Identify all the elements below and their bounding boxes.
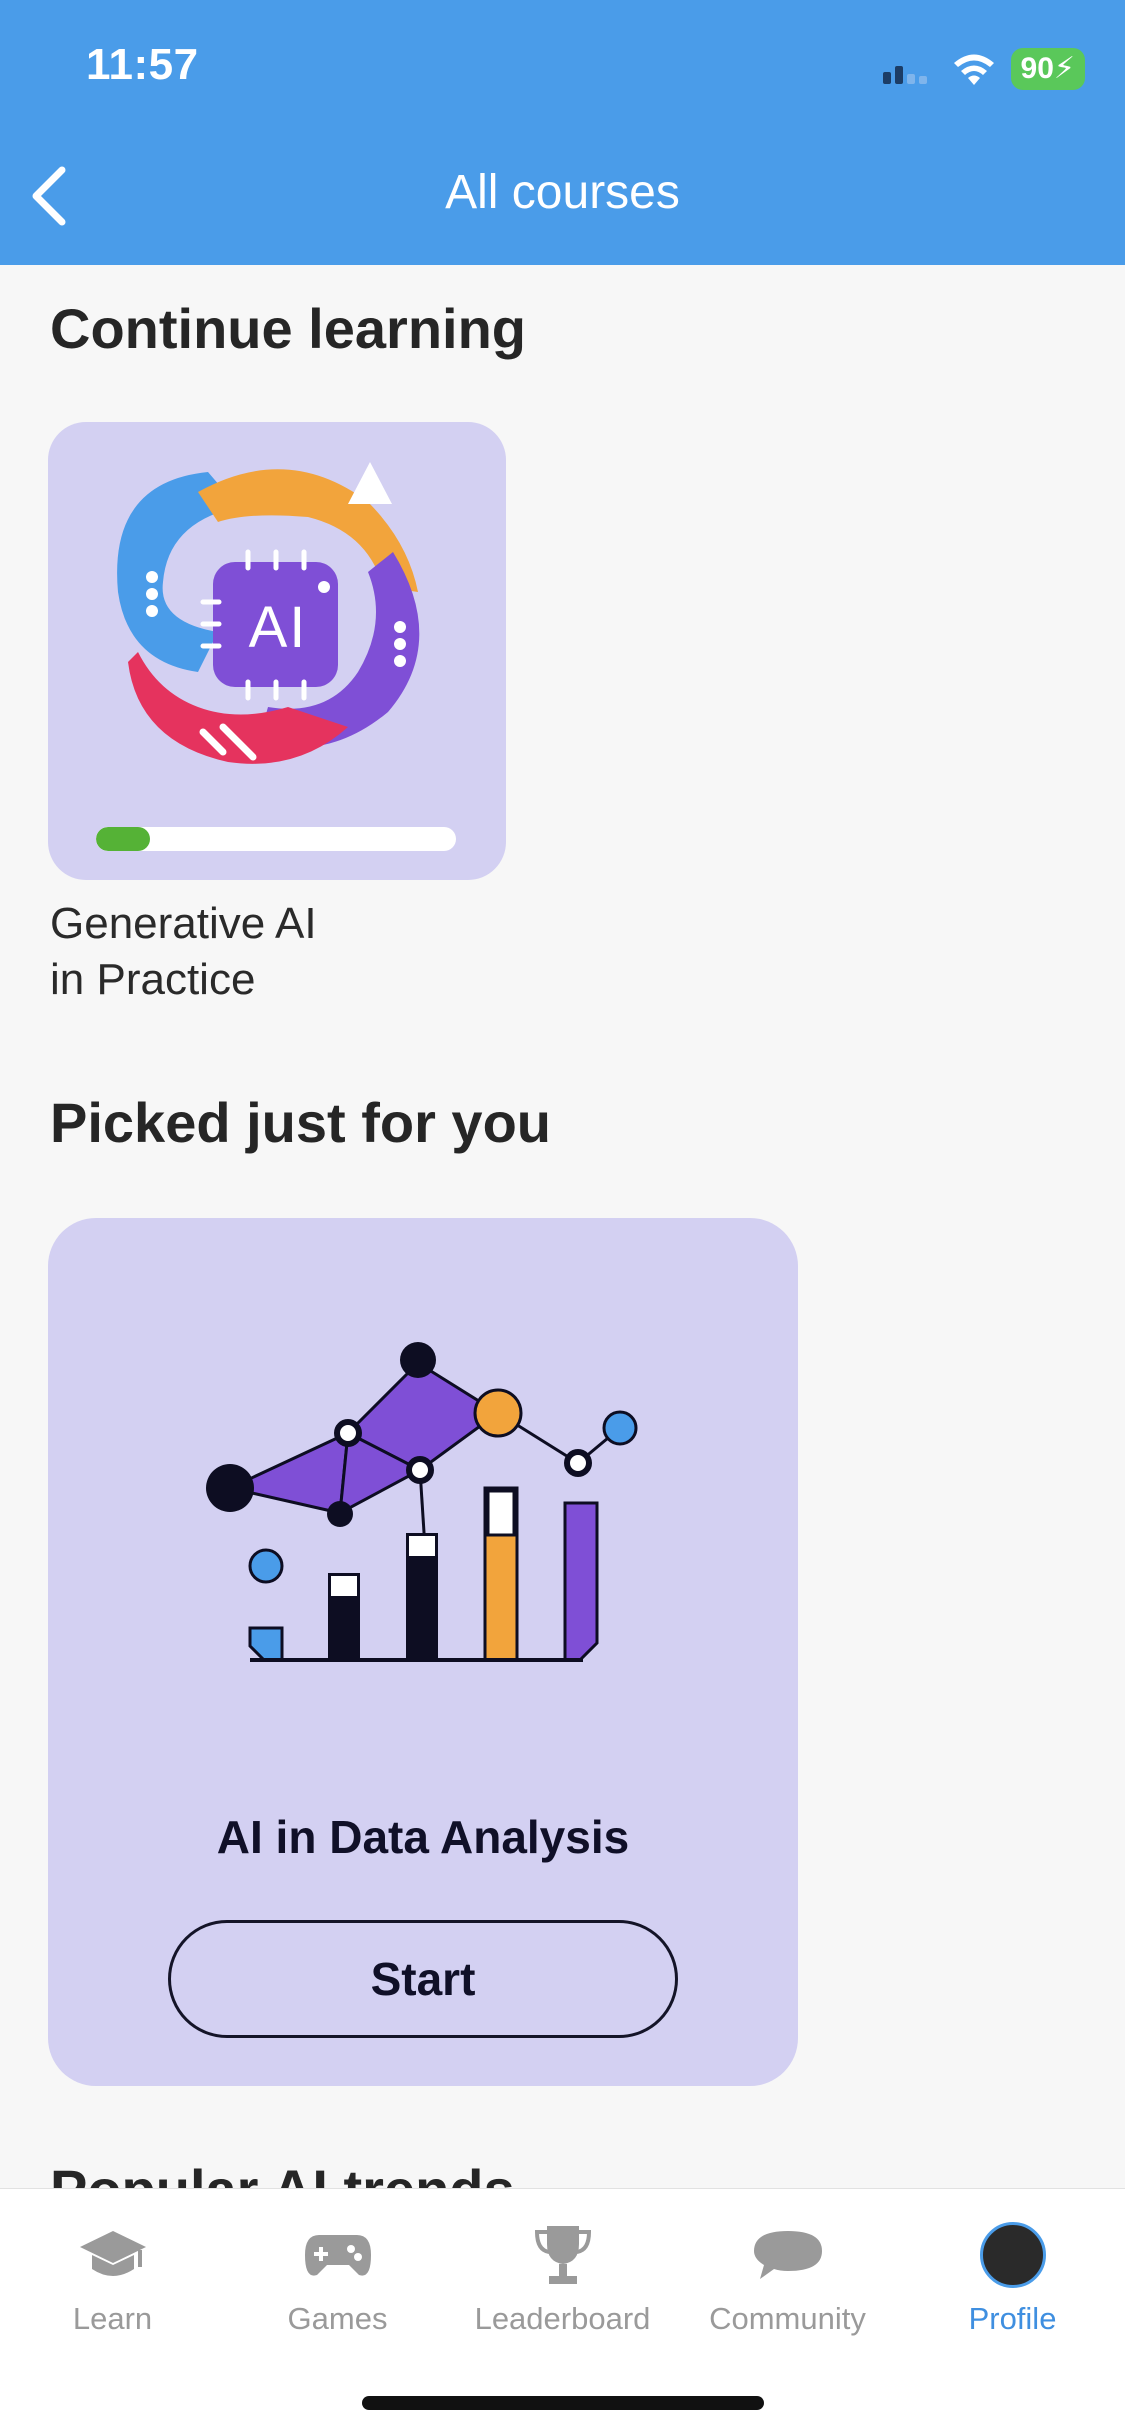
continue-course-card[interactable]: AI [48, 422, 506, 880]
chat-bubble-icon [753, 2231, 822, 2279]
recommended-course-title: AI in Data Analysis [216, 1811, 630, 1863]
tab-learn[interactable]: Learn [0, 2213, 225, 2337]
start-button[interactable]: Start [168, 1920, 678, 2038]
wifi-icon [953, 54, 994, 85]
data-analysis-illustration [206, 1342, 638, 1662]
tab-leaderboard[interactable]: Leaderboard [450, 2213, 675, 2337]
avatar [979, 2222, 1046, 2288]
trophy-icon [534, 2226, 591, 2284]
tab-profile[interactable]: Profile [900, 2213, 1125, 2337]
tab-games[interactable]: Games [225, 2213, 450, 2337]
top-bar: 11:57 90⚡ All courses [0, 0, 1125, 265]
page-title: All courses [445, 166, 680, 219]
graduation-cap-icon [79, 2231, 146, 2276]
course-progress-fill [96, 827, 150, 851]
continue-course-title[interactable]: Generative AI in Practice [50, 896, 317, 1008]
picked-heading: Picked just for you [50, 1091, 551, 1154]
battery-indicator: 90⚡ [1010, 48, 1085, 90]
gamepad-icon [304, 2235, 371, 2276]
recommended-course-card[interactable]: AI in Data Analysis Start [48, 1218, 798, 2086]
chip-label: AI [248, 595, 308, 660]
status-icons: 90⚡ [882, 44, 1085, 94]
home-indicator[interactable] [362, 2396, 764, 2410]
charging-icon: ⚡ [1053, 52, 1075, 85]
status-time: 11:57 [86, 40, 199, 89]
cellular-signal-icon [882, 66, 927, 84]
course-progress-bar [96, 827, 456, 851]
tab-community[interactable]: Community [675, 2213, 900, 2337]
continue-learning-heading: Continue learning [50, 297, 526, 360]
next-section-heading: Popular AI trends [50, 2158, 515, 2188]
